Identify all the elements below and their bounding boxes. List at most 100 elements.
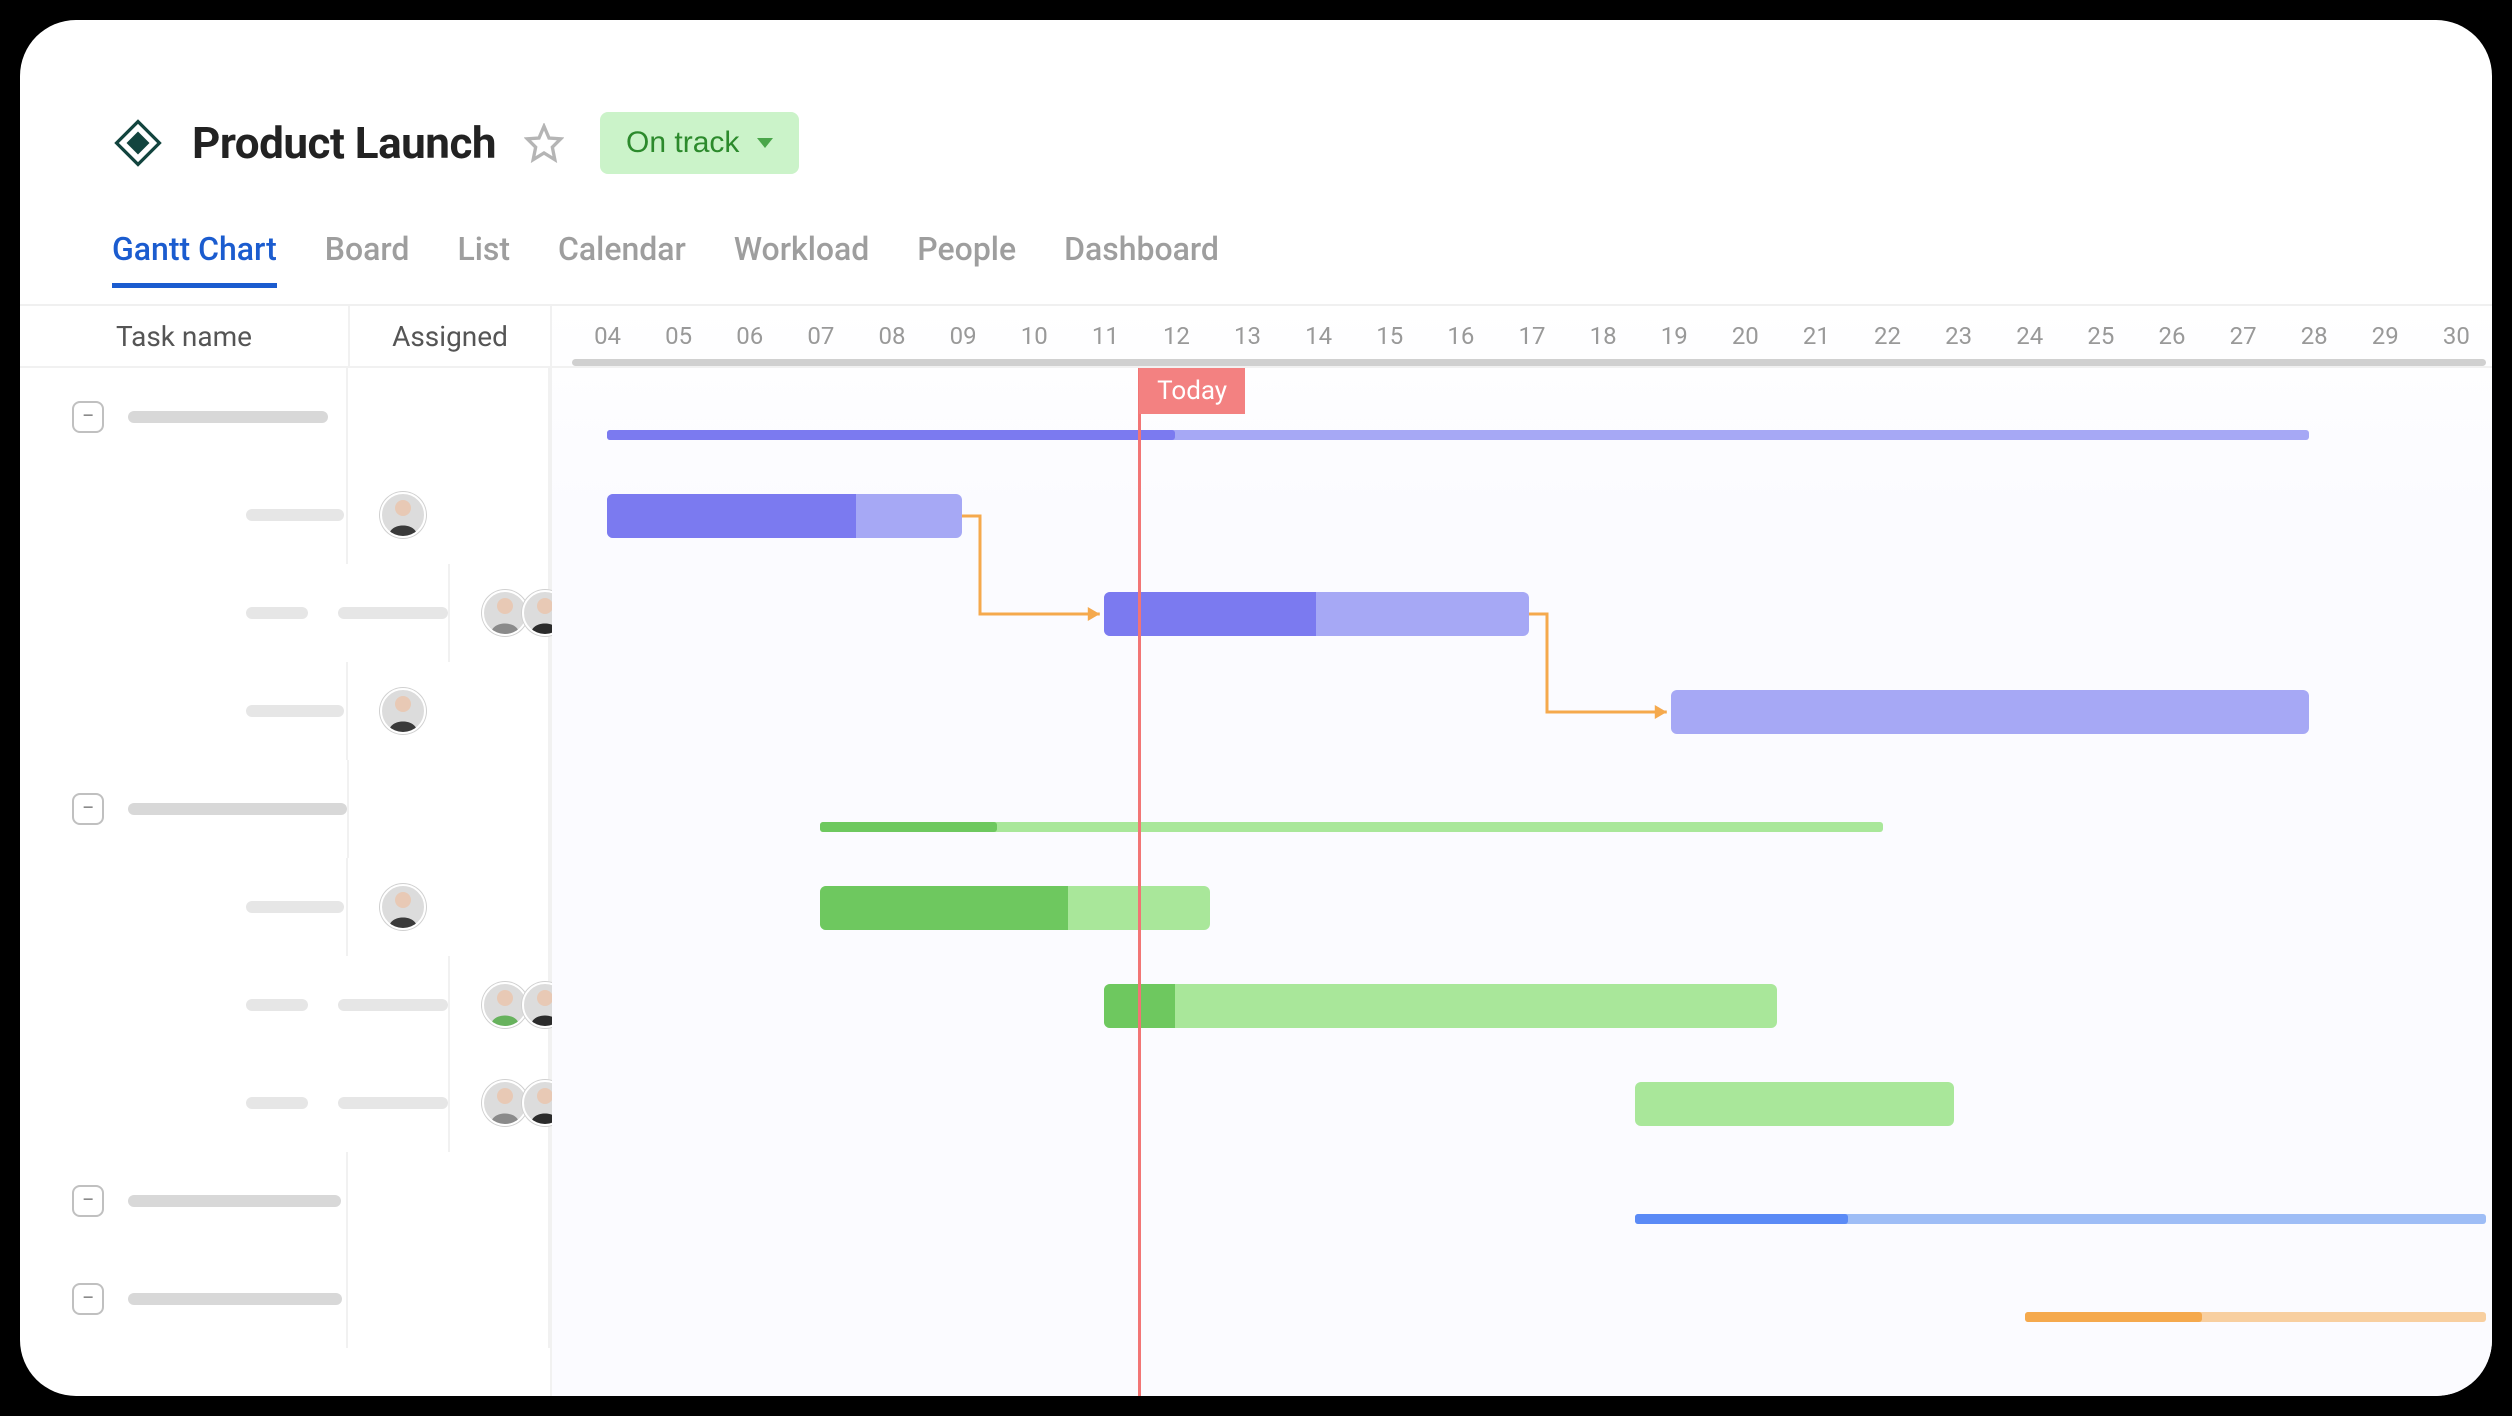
collapse-toggle[interactable]: − [72, 793, 104, 825]
task-row [20, 466, 550, 564]
task-row [20, 956, 550, 1054]
view-tabs: Gantt Chart Board List Calendar Workload Peop… [20, 188, 2492, 306]
header: Product Launch On track [20, 20, 2492, 188]
gantt-row [552, 956, 2492, 1054]
date-cell: 14 [1283, 306, 1354, 366]
app-logo-icon [112, 117, 164, 169]
date-cell: 16 [1425, 306, 1496, 366]
status-dropdown[interactable]: On track [600, 112, 799, 174]
collapse-toggle[interactable]: − [72, 401, 104, 433]
date-cell: 05 [643, 306, 714, 366]
status-label: On track [626, 126, 739, 160]
task-bar[interactable] [607, 494, 961, 538]
gantt-row [552, 1054, 2492, 1152]
date-cell: 09 [928, 306, 999, 366]
tab-list[interactable]: List [457, 230, 510, 286]
date-cell: 06 [714, 306, 785, 366]
task-name-placeholder [246, 1097, 308, 1109]
project-title: Product Launch [192, 117, 496, 169]
column-header-assigned: Assigned [350, 306, 550, 366]
avatar [380, 688, 426, 734]
task-row [20, 1054, 550, 1152]
date-cell: 23 [1923, 306, 1994, 366]
date-cell: 15 [1354, 306, 1425, 366]
gantt-row [552, 1152, 2492, 1250]
task-row-group: − [20, 368, 550, 466]
date-cell: 26 [2136, 306, 2207, 366]
date-cell: 11 [1070, 306, 1141, 366]
date-cell: 30 [2421, 306, 2492, 366]
summary-bar-progress [1635, 1214, 1848, 1224]
avatar [380, 884, 426, 930]
task-name-placeholder [128, 803, 347, 815]
date-cell: 04 [572, 306, 643, 366]
tab-gantt-chart[interactable]: Gantt Chart [112, 230, 277, 286]
task-row-group: − [20, 1250, 550, 1348]
date-cell: 10 [999, 306, 1070, 366]
gantt-row [552, 564, 2492, 662]
task-name-placeholder [246, 999, 308, 1011]
collapse-toggle[interactable]: − [72, 1185, 104, 1217]
date-cell: 19 [1639, 306, 1710, 366]
tab-dashboard[interactable]: Dashboard [1064, 230, 1219, 286]
task-row [20, 662, 550, 760]
app-window: Product Launch On track Gantt Chart Board… [20, 20, 2492, 1396]
date-cell: 08 [856, 306, 927, 366]
task-bar[interactable] [820, 886, 1210, 930]
collapse-toggle[interactable]: − [72, 1283, 104, 1315]
task-row [20, 564, 550, 662]
gantt-panel: 0405060708091011121314151617181920212223… [552, 306, 2492, 1396]
task-name-placeholder [128, 1195, 341, 1207]
avatar [380, 492, 426, 538]
date-cell: 12 [1141, 306, 1212, 366]
gantt-row [552, 858, 2492, 956]
date-cell: 28 [2279, 306, 2350, 366]
today-badge: Today [1139, 368, 1245, 414]
task-name-placeholder [128, 1293, 342, 1305]
task-name-placeholder [246, 705, 344, 717]
date-scrollbar[interactable] [572, 359, 2486, 366]
task-name-placeholder [338, 607, 448, 619]
date-cell: 20 [1710, 306, 1781, 366]
tab-workload[interactable]: Workload [734, 230, 869, 286]
tab-calendar[interactable]: Calendar [558, 230, 686, 286]
gantt-row [552, 466, 2492, 564]
date-cell: 21 [1781, 306, 1852, 366]
task-bar-progress [820, 886, 1068, 930]
gantt-row [552, 662, 2492, 760]
chevron-down-icon [757, 138, 773, 148]
task-name-placeholder [338, 1097, 448, 1109]
date-cell: 13 [1212, 306, 1283, 366]
summary-bar-progress [607, 430, 1174, 440]
column-header-taskname: Task name [20, 306, 350, 366]
task-name-placeholder [246, 607, 308, 619]
task-bar-progress [607, 494, 855, 538]
summary-bar-progress [2025, 1312, 2202, 1322]
tab-board[interactable]: Board [325, 230, 410, 286]
date-cell: 27 [2208, 306, 2279, 366]
task-bar[interactable] [1671, 690, 2309, 734]
task-list-header: Task name Assigned [20, 306, 550, 368]
task-name-placeholder [128, 411, 328, 423]
gantt-row [552, 368, 2492, 466]
task-bar[interactable] [1635, 1082, 1954, 1126]
tab-people[interactable]: People [917, 230, 1016, 286]
date-cell: 17 [1496, 306, 1567, 366]
summary-bar-progress [820, 822, 997, 832]
task-row [20, 858, 550, 956]
date-cell: 24 [1994, 306, 2065, 366]
task-bar[interactable] [1104, 984, 1777, 1028]
task-list-panel: Task name Assigned − − [20, 306, 552, 1396]
task-name-placeholder [246, 509, 344, 521]
today-line [1138, 368, 1141, 1396]
star-icon[interactable] [524, 123, 564, 163]
main-content: Task name Assigned − − [20, 306, 2492, 1396]
task-name-placeholder [246, 901, 344, 913]
gantt-rows [552, 368, 2492, 1396]
date-header: 0405060708091011121314151617181920212223… [552, 306, 2492, 368]
task-bar[interactable] [1104, 592, 1529, 636]
task-name-placeholder [338, 999, 448, 1011]
task-row-group: − [20, 1152, 550, 1250]
date-cell: 07 [785, 306, 856, 366]
date-cell: 29 [2350, 306, 2421, 366]
